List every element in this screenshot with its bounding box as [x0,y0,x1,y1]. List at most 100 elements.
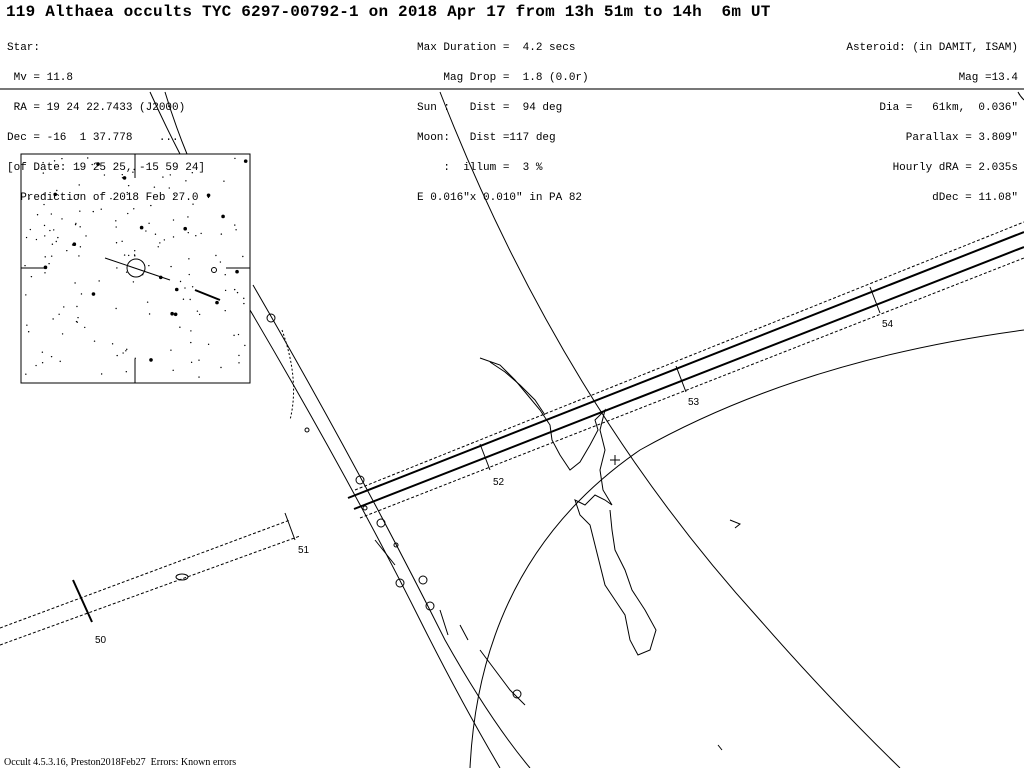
tick-50 [72,579,93,623]
star-dot [91,292,96,296]
star-dot [243,302,245,305]
star-dot [183,226,187,231]
star-dot [44,272,46,274]
site-marker [512,689,522,699]
star-dot [93,340,96,342]
star-dot [72,242,77,247]
tick-label: 53 [688,397,700,408]
star-dot [134,249,136,252]
star-dot [76,321,79,323]
star-dot [51,243,54,245]
star-dot [25,236,28,239]
tick-52 [479,443,491,471]
star-dot [59,360,61,363]
star-dot [76,305,78,308]
star-line: [of Date: 19 25 25, -15 59 24] [7,162,206,174]
star-dot [49,229,51,232]
limb-curve [252,284,531,768]
star-dot [235,229,237,231]
asteroid-line: Dia = 61km, 0.036" [879,102,1018,114]
star-dot [134,357,136,360]
star-dot [27,331,30,333]
star-dot [170,265,172,268]
tick-label: 54 [882,319,894,330]
star-dot [182,298,185,300]
limb-curve [249,309,501,768]
star-dot [123,254,126,256]
star-dot [187,231,189,234]
star-dot [188,258,190,260]
star-dot [121,240,123,243]
footer-credits: Occult 4.5.3.16, Preston2018Feb27 Errors… [4,757,237,768]
star-dot [30,275,33,278]
event-line: Moon: Dist =117 deg [417,132,556,144]
star-dot [238,362,240,364]
star-dot [148,222,150,224]
star-dot [126,348,128,351]
asteroid-line: dDec = 11.08" [932,192,1018,204]
star-dot [163,239,166,241]
star-dot [66,249,68,252]
star-dot [115,307,117,310]
center-cross [610,455,620,465]
star-dot [125,271,128,273]
star-dot [35,364,37,367]
star-dot [191,286,194,288]
star-dot [170,311,174,316]
star-dot [48,262,50,265]
star-dot [43,265,48,270]
asteroid-line: Mag =13.4 [958,72,1018,84]
star-dot [215,254,217,257]
star-dot [179,280,182,283]
site-marker [376,518,386,528]
limb-curve-dotted [281,329,295,421]
star-dot [158,275,163,280]
star-dot [35,238,38,241]
star-dot [146,301,149,303]
star-dot [237,333,240,336]
star-dot [125,371,128,373]
star-dot [132,281,135,283]
star-dot [242,255,244,258]
star-dot [134,255,136,257]
star-dot [26,324,28,326]
tick-51 [284,512,296,541]
star-dot [100,373,103,375]
star-dot [125,350,127,352]
star-dot [43,224,46,227]
event-line: Max Duration = 4.2 secs [417,42,576,54]
star-dot [172,219,175,221]
star-line: Dec = -16 1 37.778 ... [7,132,179,144]
star-dot [98,280,100,282]
star-dot [206,193,211,198]
star-dot [77,316,79,319]
star-dot [29,228,32,231]
star-dot [52,318,54,320]
star-dot [53,229,55,231]
star-dot [233,334,235,337]
star-dot [190,361,193,364]
star-dot [224,274,226,276]
star-dot [174,287,179,292]
star-dot [116,354,118,357]
star-dot [50,355,53,358]
star-dot [235,269,239,274]
asteroid-marker [175,573,189,581]
star-dot [50,213,53,215]
tick-label: 52 [493,477,505,488]
event-line: E 0.016"x 0.010" in PA 82 [417,192,583,204]
star-dot [179,326,181,328]
star-line: RA = 19 24 22.7433 (J2000) [7,102,186,114]
star-line: Star: [7,42,41,54]
star-dot [188,273,190,276]
limb-curve [1017,91,1024,101]
star-dot [154,233,157,235]
star-dot [198,359,200,361]
star-dot [198,313,201,316]
star-dot [207,196,210,199]
star-dot [61,333,64,335]
star-dot [224,309,226,312]
star-dot [122,352,124,354]
star-dot [198,376,200,378]
star-dot [187,216,189,218]
